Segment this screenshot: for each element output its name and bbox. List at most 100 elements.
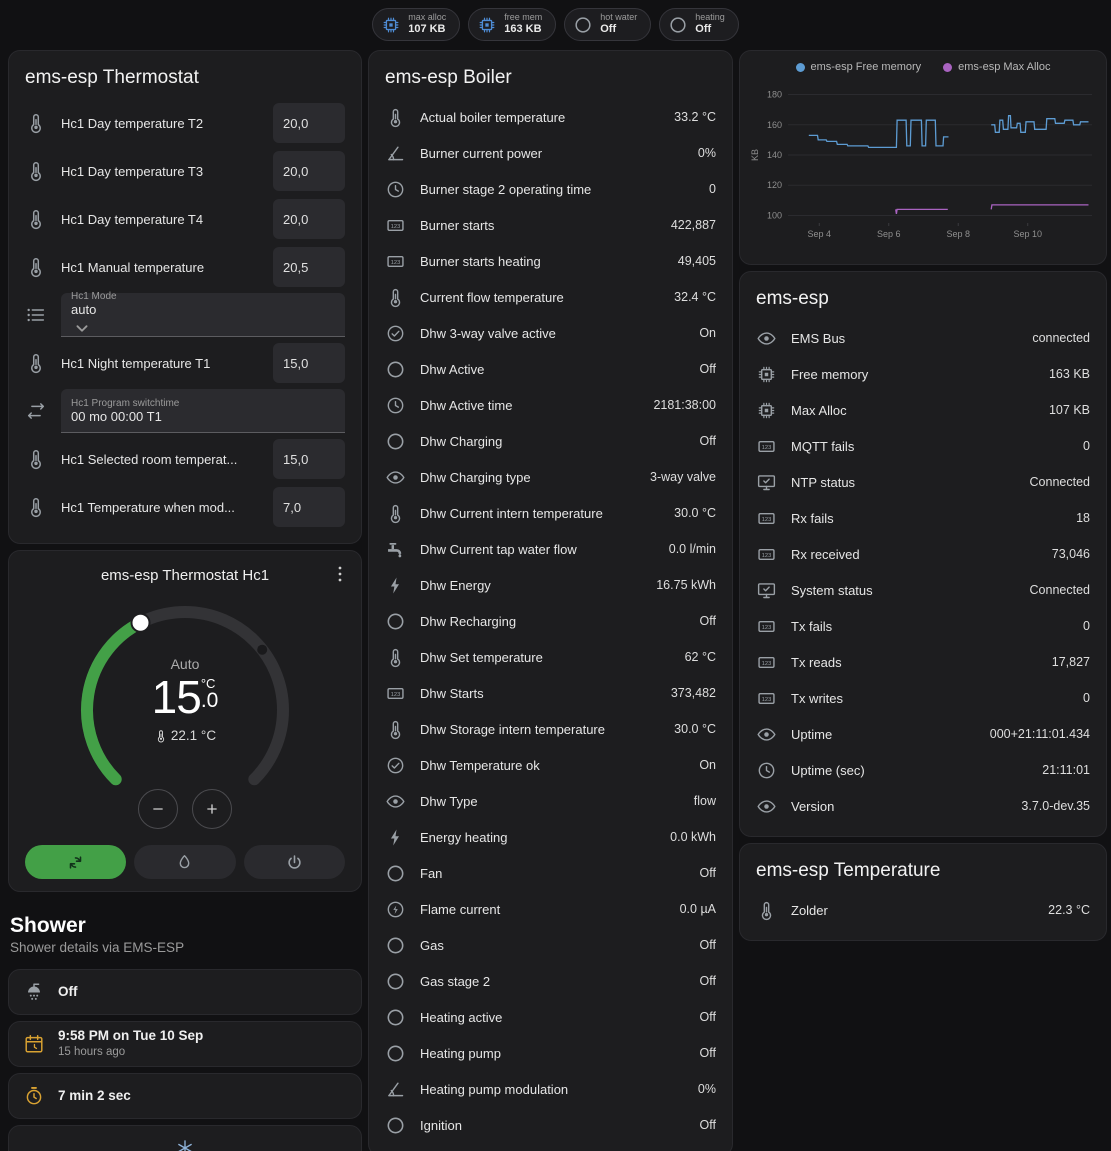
- cold-shot-card[interactable]: [8, 1125, 362, 1151]
- entity-row[interactable]: GasOff: [385, 927, 716, 963]
- entity-row[interactable]: Hc1 Day temperature T320,0: [25, 147, 345, 195]
- dashboard: ems-esp Thermostat Hc1 Day temperature T…: [0, 50, 1111, 1151]
- entity-label: Ignition: [420, 1118, 686, 1133]
- entity-value: 0.0 kWh: [670, 830, 716, 844]
- card-title: ems-esp: [756, 284, 1090, 320]
- entity-row[interactable]: NTP statusConnected: [756, 464, 1090, 500]
- legend-item[interactable]: ems-esp Free memory: [796, 61, 922, 73]
- entity-row[interactable]: 123Rx received73,046: [756, 536, 1090, 572]
- increase-temp-button[interactable]: [192, 789, 232, 829]
- entity-label: Version: [791, 799, 1007, 814]
- entity-row[interactable]: Hc1 Program switchtime00 mo 00:00 T1: [25, 387, 345, 435]
- entity-row[interactable]: 123MQTT fails0: [756, 428, 1090, 464]
- entity-row[interactable]: Flame current0.0 µA: [385, 891, 716, 927]
- entity-row[interactable]: Dhw RechargingOff: [385, 603, 716, 639]
- text-input[interactable]: Hc1 Program switchtime00 mo 00:00 T1: [61, 389, 345, 433]
- entity-row[interactable]: Hc1 Night temperature T115,0: [25, 339, 345, 387]
- entity-row[interactable]: Dhw Temperature okOn: [385, 747, 716, 783]
- entity-row[interactable]: IgnitionOff: [385, 1107, 716, 1143]
- entity-row[interactable]: Hc1 Day temperature T220,0: [25, 99, 345, 147]
- entity-row[interactable]: Dhw Current tap water flow0.0 l/min: [385, 531, 716, 567]
- entity-row[interactable]: Heating activeOff: [385, 999, 716, 1035]
- overflow-menu-icon[interactable]: [329, 563, 351, 585]
- eye-icon: [385, 791, 406, 812]
- entity-row[interactable]: Dhw Typeflow: [385, 783, 716, 819]
- entity-row[interactable]: Dhw ChargingOff: [385, 423, 716, 459]
- entity-row[interactable]: Max Alloc107 KB: [756, 392, 1090, 428]
- eye-icon: [756, 328, 777, 349]
- entity-row[interactable]: Hc1 Temperature when mod...7,0: [25, 483, 345, 531]
- entity-row[interactable]: Gas stage 2Off: [385, 963, 716, 999]
- entity-row[interactable]: Current flow temperature32.4 °C: [385, 279, 716, 315]
- counter-icon: 123: [756, 688, 777, 709]
- entity-row[interactable]: Dhw Energy16.75 kWh: [385, 567, 716, 603]
- entity-row[interactable]: Uptime000+21:11:01.434: [756, 716, 1090, 752]
- entity-row[interactable]: Free memory163 KB: [756, 356, 1090, 392]
- number-input[interactable]: 15,0: [273, 439, 345, 479]
- entity-row[interactable]: 123Rx fails18: [756, 500, 1090, 536]
- number-input[interactable]: 15,0: [273, 343, 345, 383]
- entity-row[interactable]: 123Dhw Starts373,482: [385, 675, 716, 711]
- entity-row[interactable]: 123Tx fails0: [756, 608, 1090, 644]
- shower-info-card[interactable]: Off: [8, 969, 362, 1015]
- status-badge[interactable]: hot waterOff: [564, 8, 651, 41]
- svg-text:140: 140: [767, 150, 782, 160]
- entity-row[interactable]: Dhw ActiveOff: [385, 351, 716, 387]
- entity-label: Zolder: [791, 903, 1034, 918]
- hvac-mode-button[interactable]: [244, 845, 345, 879]
- entity-row[interactable]: Energy heating0.0 kWh: [385, 819, 716, 855]
- number-input[interactable]: 20,5: [273, 247, 345, 287]
- entity-row[interactable]: Burner current power0%: [385, 135, 716, 171]
- number-input[interactable]: 7,0: [273, 487, 345, 527]
- calendar-clock-icon: [23, 1033, 45, 1055]
- entity-row[interactable]: System statusConnected: [756, 572, 1090, 608]
- number-input[interactable]: 20,0: [273, 103, 345, 143]
- entity-row[interactable]: Dhw Active time2181:38:00: [385, 387, 716, 423]
- entity-row[interactable]: 123Burner starts422,887: [385, 207, 716, 243]
- entity-row[interactable]: 123Tx reads17,827: [756, 644, 1090, 680]
- entity-row[interactable]: 123Burner starts heating49,405: [385, 243, 716, 279]
- entity-row[interactable]: Heating pumpOff: [385, 1035, 716, 1071]
- entity-row[interactable]: Dhw 3-way valve activeOn: [385, 315, 716, 351]
- entity-row[interactable]: Burner stage 2 operating time0: [385, 171, 716, 207]
- mode-select[interactable]: Hc1 Modeauto: [61, 293, 345, 337]
- entity-row[interactable]: EMS Busconnected: [756, 320, 1090, 356]
- hvac-mode-button[interactable]: [134, 845, 235, 879]
- status-badge[interactable]: free mem163 KB: [468, 8, 556, 41]
- entity-row[interactable]: Actual boiler temperature33.2 °C: [385, 99, 716, 135]
- circle-outline-icon: [385, 611, 406, 632]
- entity-row[interactable]: Dhw Current intern temperature30.0 °C: [385, 495, 716, 531]
- entity-row[interactable]: Version 3.7.0-dev.35: [756, 788, 1090, 824]
- entity-row[interactable]: Hc1 Modeauto: [25, 291, 345, 339]
- legend-item[interactable]: ems-esp Max Alloc: [943, 61, 1050, 73]
- status-badge[interactable]: max alloc107 KB: [372, 8, 460, 41]
- entity-row[interactable]: Hc1 Manual temperature20,5: [25, 243, 345, 291]
- entity-label: Dhw Storage intern temperature: [420, 722, 660, 737]
- entity-row[interactable]: Heating pump modulation0%: [385, 1071, 716, 1107]
- hvac-mode-button[interactable]: [25, 845, 126, 879]
- entity-value: 107 KB: [1049, 403, 1090, 417]
- number-input[interactable]: 20,0: [273, 199, 345, 239]
- legend-dot: [796, 63, 805, 72]
- entity-row[interactable]: Dhw Charging type3-way valve: [385, 459, 716, 495]
- thermostat-rows: Hc1 Day temperature T220,0Hc1 Day temper…: [25, 99, 345, 531]
- svg-text:123: 123: [762, 516, 771, 522]
- number-input[interactable]: 20,0: [273, 151, 345, 191]
- entity-row[interactable]: Dhw Set temperature62 °C: [385, 639, 716, 675]
- entity-value: 3.7.0-dev.35: [1021, 799, 1090, 813]
- shower-info-card[interactable]: 7 min 2 sec: [8, 1073, 362, 1119]
- entity-row[interactable]: Hc1 Day temperature T420,0: [25, 195, 345, 243]
- shower-info-card[interactable]: 9:58 PM on Tue 10 Sep15 hours ago: [8, 1021, 362, 1067]
- badge-text: free mem163 KB: [504, 12, 542, 37]
- entity-row[interactable]: Uptime (sec)21:11:01: [756, 752, 1090, 788]
- entity-row[interactable]: Dhw Storage intern temperature 30.0 °C: [385, 711, 716, 747]
- entity-row[interactable]: 123Tx writes0: [756, 680, 1090, 716]
- entity-value: 30.0 °C: [674, 722, 716, 736]
- power-icon: [285, 853, 304, 872]
- entity-row[interactable]: Zolder22.3 °C: [756, 892, 1090, 928]
- status-badge[interactable]: heatingOff: [659, 8, 739, 41]
- snowflake-icon: [175, 1138, 195, 1151]
- entity-row[interactable]: FanOff: [385, 855, 716, 891]
- decrease-temp-button[interactable]: [138, 789, 178, 829]
- entity-row[interactable]: Hc1 Selected room temperat...15,0: [25, 435, 345, 483]
